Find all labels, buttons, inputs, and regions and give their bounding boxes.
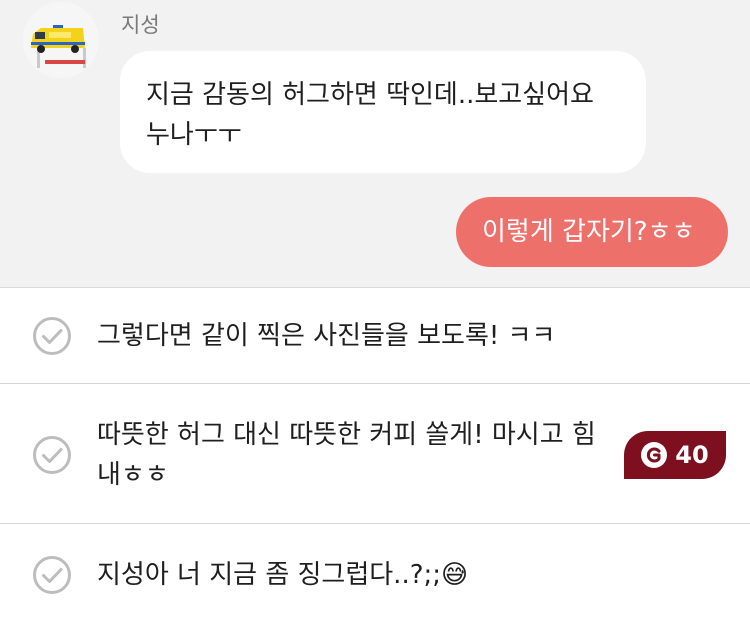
avatar[interactable] (23, 2, 99, 78)
cost-value: 40 (675, 441, 709, 469)
chat-area: 지성 지금 감동의 허그하면 딱인데..보고싶어요 누나ㅜㅜ 이렇게 갑자기?ㅎ… (0, 0, 750, 288)
reply-option-text: 그렇다면 같이 찍은 사진들을 보도록! ㅋㅋ (97, 321, 556, 351)
sender-name: 지성 (121, 13, 160, 37)
reply-option-3[interactable]: 지성아 너 지금 좀 징그럽다..?;;😅 (0, 525, 750, 617)
coin-icon (641, 442, 668, 468)
cost-badge: 40 (624, 431, 726, 479)
checkmark-icon (33, 436, 71, 474)
reply-option-text: 지성아 너 지금 좀 징그럽다..?;;😅 (97, 560, 469, 590)
outgoing-message-bubble: 이렇게 갑자기?ㅎㅎ (456, 197, 728, 267)
reply-option-2[interactable]: 따뜻한 허그 대신 따뜻한 커피 쏠게! 마시고 힘내ㅎㅎ 40 (0, 385, 750, 524)
reply-option-1[interactable]: 그렇다면 같이 찍은 사진들을 보도록! ㅋㅋ (0, 288, 750, 384)
incoming-message-bubble: 지금 감동의 허그하면 딱인데..보고싶어요 누나ㅜㅜ (120, 51, 646, 173)
checkmark-icon (33, 317, 71, 355)
reply-option-text: 따뜻한 허그 대신 따뜻한 커피 쏠게! 마시고 힘내ㅎㅎ (97, 420, 596, 490)
ambulance-icon (23, 2, 99, 78)
checkmark-icon (33, 556, 71, 594)
